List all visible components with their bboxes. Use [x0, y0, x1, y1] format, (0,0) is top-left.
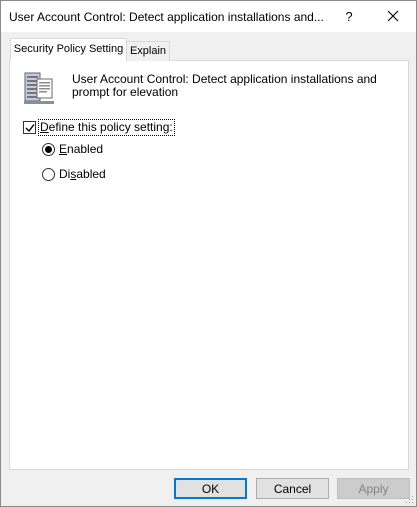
close-button[interactable] — [370, 1, 416, 32]
tab-security-policy-setting[interactable]: Security Policy Setting — [10, 38, 127, 61]
disabled-radio[interactable] — [42, 168, 55, 181]
apply-button[interactable]: Apply — [337, 478, 410, 499]
tab-explain[interactable]: Explain — [126, 41, 170, 61]
ok-button[interactable]: OK — [174, 478, 247, 499]
window-title: User Account Control: Detect application… — [9, 10, 324, 24]
help-icon: ? — [345, 9, 353, 24]
resize-grip-icon[interactable] — [404, 494, 414, 504]
tab-label: Security Policy Setting — [13, 43, 124, 55]
enabled-radio[interactable] — [42, 143, 55, 156]
radio-selected-dot — [45, 146, 52, 153]
checkmark-icon — [25, 124, 35, 133]
cancel-button[interactable]: Cancel — [256, 478, 329, 499]
enabled-label: Enabled — [59, 142, 104, 156]
close-icon — [387, 10, 399, 22]
disabled-label: Disabled — [59, 167, 106, 181]
tab-panel: User Account Control: Detect application… — [9, 60, 409, 470]
title-bar[interactable]: User Account Control: Detect application… — [1, 1, 416, 32]
tab-label: Explain — [129, 45, 167, 57]
define-policy-label: Define this policy setting: — [38, 119, 175, 136]
server-policy-icon — [24, 72, 54, 104]
policy-properties-dialog: User Account Control: Detect application… — [0, 0, 417, 507]
define-policy-checkbox[interactable] — [23, 121, 36, 134]
help-button[interactable]: ? — [332, 1, 366, 32]
policy-title: User Account Control: Detect application… — [72, 72, 377, 99]
